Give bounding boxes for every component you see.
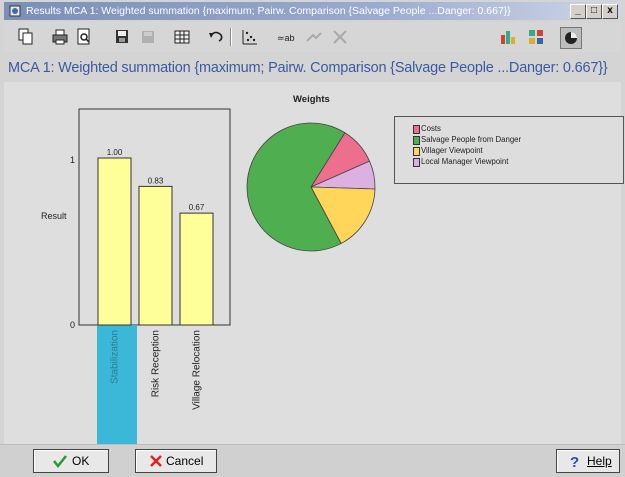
legend-label: Villager Viewpoint [421, 146, 483, 155]
bar-value-label-2: 0.67 [189, 203, 205, 212]
ok-label: OK [72, 454, 90, 468]
bar-1[interactable] [138, 185, 173, 326]
y-tick-label-0: 0 [70, 320, 76, 330]
legend-label: Local Manager Viewpoint [421, 157, 509, 166]
bars-layer: 1.00 0.83 0.67 [97, 148, 214, 326]
legend-item-salvage-people: Salvage People from Danger [413, 135, 522, 145]
help-button[interactable]: ? Help [556, 449, 620, 473]
y-tick-label-1: 1 [70, 155, 76, 165]
svg-text:?: ? [570, 454, 579, 469]
legend-swatch [413, 147, 420, 156]
y-axis-label: Result [41, 211, 67, 221]
legend-label: Salvage People from Danger [421, 135, 522, 144]
ok-button[interactable]: OK [33, 449, 109, 473]
help-label: Help [587, 454, 612, 468]
pie-chart-title: Weights [293, 94, 330, 105]
bar-0[interactable] [97, 157, 132, 326]
legend-swatch [413, 136, 420, 145]
bar-value-label-1: 0.83 [148, 176, 164, 185]
checkmark-icon [53, 455, 67, 469]
bar-value-label-0: 1.00 [107, 148, 123, 157]
category-label-2[interactable]: Village Relocation [192, 330, 203, 410]
bar-2[interactable] [179, 212, 214, 326]
results-window: Results MCA 1: Weighted summation {maxim… [0, 0, 625, 477]
cross-icon [150, 455, 162, 467]
category-label-1[interactable]: Risk Reception [151, 330, 162, 397]
legend-swatch [413, 125, 420, 134]
help-icon: ? [570, 454, 579, 469]
legend-item-costs: Costs [413, 124, 441, 134]
bar-chart-svg: 1.00 0.83 0.67 Stabilization Risk Reception… [78, 108, 231, 444]
button-bar: OK Cancel ? Help [0, 444, 625, 477]
cancel-label: Cancel [166, 454, 204, 468]
cancel-button[interactable]: Cancel [135, 449, 217, 473]
legend-item-local-manager-viewpoint: Local Manager Viewpoint [413, 157, 509, 167]
category-label-0[interactable]: Stabilization [110, 330, 121, 384]
legend: Costs Salvage People from Danger Village… [394, 116, 624, 184]
legend-item-villager-viewpoint: Villager Viewpoint [413, 146, 483, 156]
legend-swatch [413, 158, 420, 167]
legend-label: Costs [421, 124, 441, 133]
